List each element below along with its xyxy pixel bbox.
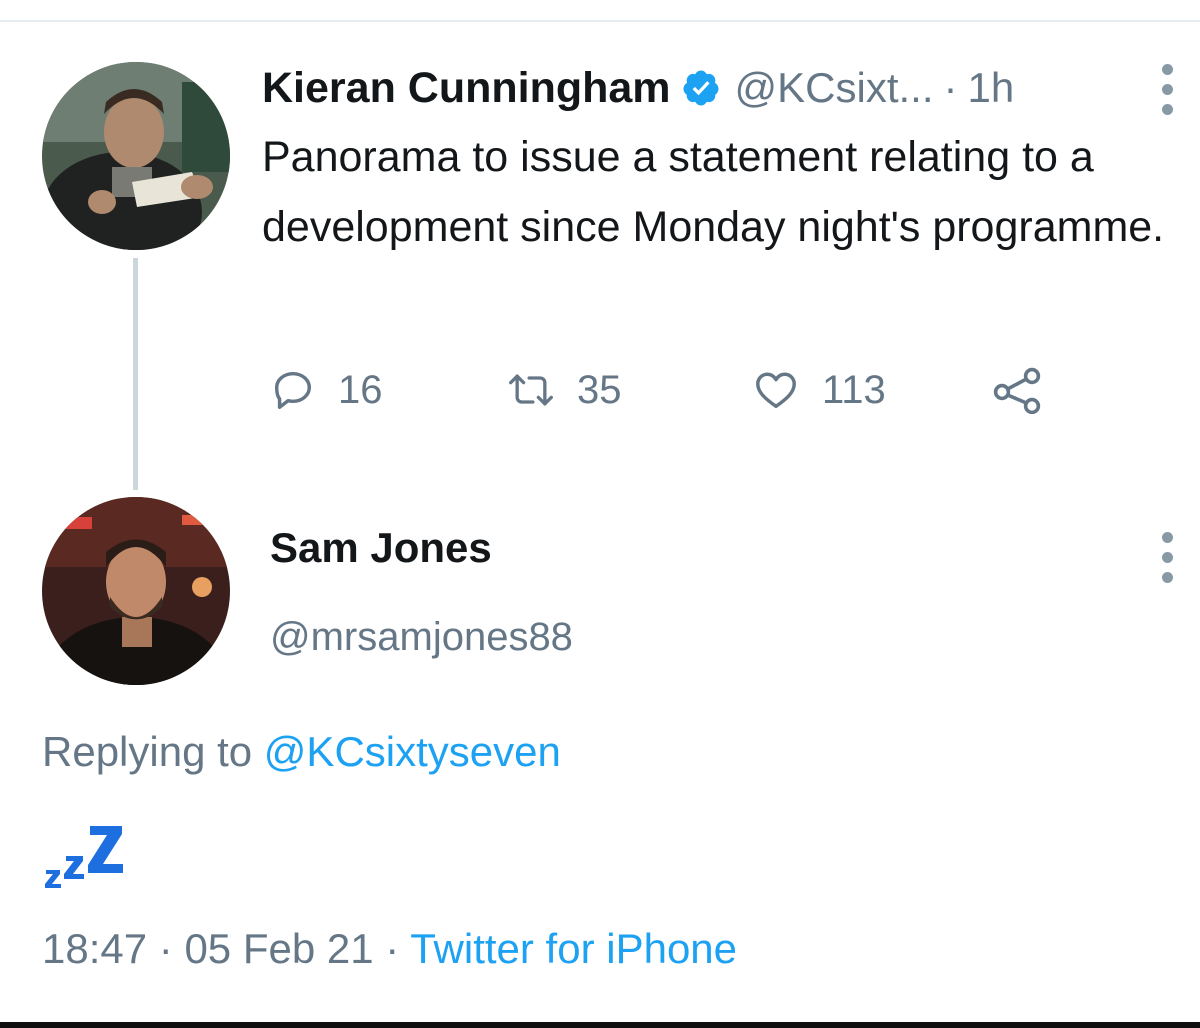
like-count: 113 xyxy=(822,367,886,412)
avatar[interactable] xyxy=(42,497,230,685)
avatar-photo xyxy=(42,497,230,685)
reply-source-link[interactable]: Twitter for iPhone xyxy=(410,925,737,972)
more-options-icon[interactable] xyxy=(1160,64,1174,115)
tweet-text: Panorama to issue a statement relating t… xyxy=(262,133,1165,251)
replying-to-label: Replying to xyxy=(42,728,253,775)
author-handle[interactable]: @KCsixt... xyxy=(735,64,934,112)
tweet-header: Kieran Cunningham @KCsixt... · 1h xyxy=(262,60,1014,116)
avatar-photo xyxy=(42,62,230,250)
share-button[interactable] xyxy=(992,362,1044,418)
top-divider xyxy=(0,20,1200,22)
separator: · xyxy=(158,925,173,972)
reply-date: 05 Feb 21 xyxy=(184,925,374,972)
reply-author-name[interactable]: Sam Jones xyxy=(270,524,492,572)
retweet-icon xyxy=(509,374,553,406)
retweet-button[interactable]: 35 xyxy=(507,362,622,418)
author-name[interactable]: Kieran Cunningham xyxy=(262,64,671,113)
retweet-count: 35 xyxy=(577,367,622,412)
replying-to-mention[interactable]: @KCsixtyseven xyxy=(264,728,561,775)
verified-badge-icon xyxy=(683,70,719,106)
separator: · xyxy=(943,64,958,111)
heart-icon xyxy=(756,372,796,409)
replying-to-line: Replying to @KCsixtyseven xyxy=(42,728,561,776)
zzz-sleeping-emoji-icon xyxy=(45,826,123,888)
reply-time: 18:47 xyxy=(42,925,148,972)
reply-count: 16 xyxy=(338,367,383,412)
reply-icon xyxy=(274,371,312,409)
reply-meta: 18:47 · 05 Feb 21 · Twitter for iPhone xyxy=(42,925,737,973)
like-button[interactable]: 113 xyxy=(752,362,886,418)
share-icon xyxy=(993,367,1041,414)
avatar[interactable] xyxy=(42,62,230,250)
separator: · xyxy=(385,925,400,972)
timestamp[interactable]: 1h xyxy=(968,64,1015,112)
thread-connector-line xyxy=(133,258,138,490)
more-options-icon[interactable] xyxy=(1160,532,1174,583)
reply-button[interactable]: 16 xyxy=(270,362,383,418)
bottom-divider xyxy=(0,1022,1200,1028)
reply-author-handle[interactable]: @mrsamjones88 xyxy=(270,615,573,660)
